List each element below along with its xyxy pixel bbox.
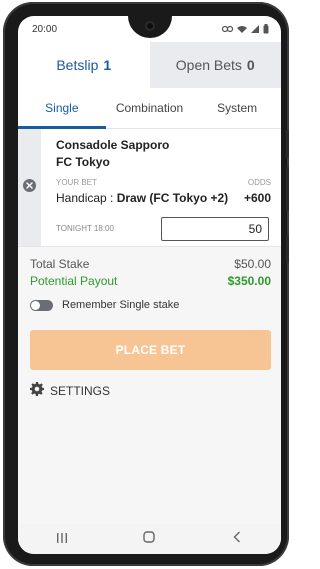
battery-icon xyxy=(263,24,269,34)
recent-apps-button[interactable] xyxy=(42,529,82,549)
tab-open-bets[interactable]: Open Bets 0 xyxy=(149,42,281,88)
gear-icon xyxy=(30,382,50,399)
screen: 20:00 Betslip 1 Open Bets 0 Single Combi… xyxy=(18,16,281,554)
bet-details: Consadole Sapporo FC Tokyo YOUR BET ODDS… xyxy=(41,129,281,246)
remember-stake-toggle[interactable] xyxy=(30,299,53,311)
bet-type-tabs: Single Combination System xyxy=(18,88,281,129)
wifi-icon xyxy=(237,25,247,33)
tab-betslip-label: Betslip xyxy=(56,57,99,73)
status-icons xyxy=(222,24,269,34)
tab-single[interactable]: Single xyxy=(18,88,106,129)
tab-system[interactable]: System xyxy=(193,88,281,128)
your-bet-label: YOUR BET xyxy=(56,178,97,187)
link-icon xyxy=(222,25,233,33)
home-button[interactable] xyxy=(129,529,169,549)
home-team: Consadole Sapporo xyxy=(56,138,170,152)
odds-label: ODDS xyxy=(247,178,271,187)
volume-down-button xyxy=(286,167,289,211)
odds-value: +600 xyxy=(243,191,271,205)
away-team: FC Tokyo xyxy=(56,155,110,169)
status-time: 20:00 xyxy=(32,23,58,35)
remember-stake-row: Remember Single stake xyxy=(30,299,179,311)
place-bet-button[interactable]: PLACE BET xyxy=(30,330,271,370)
market-name: Handicap : xyxy=(56,191,117,205)
settings-label: SETTINGS xyxy=(50,383,111,398)
tab-open-bets-count: 0 xyxy=(246,57,255,73)
potential-payout-label: Potential Payout xyxy=(30,274,118,288)
android-nav-bar xyxy=(18,524,281,554)
betslip-summary: Total Stake $50.00 Potential Payout $350… xyxy=(18,246,281,545)
remember-stake-label: Remember Single stake xyxy=(62,299,180,311)
remove-bet-button[interactable] xyxy=(18,129,41,246)
back-button[interactable] xyxy=(217,529,257,549)
selection-name: Draw (FC Tokyo +2) xyxy=(116,191,229,205)
total-stake-label: Total Stake xyxy=(30,257,90,271)
home-icon xyxy=(143,530,156,548)
phone-frame: 20:00 Betslip 1 Open Bets 0 Single Combi… xyxy=(3,2,289,566)
stake-input[interactable] xyxy=(161,217,269,241)
volume-up-button xyxy=(286,130,289,158)
bet-card: Consadole Sapporo FC Tokyo YOUR BET ODDS… xyxy=(18,129,281,246)
total-stake-value: $50.00 xyxy=(234,257,271,271)
tab-betslip-count: 1 xyxy=(103,57,112,73)
signal-icon xyxy=(251,25,259,33)
potential-payout-row: Potential Payout $350.00 xyxy=(30,274,271,288)
recent-apps-icon xyxy=(56,530,68,548)
betslip-tabs: Betslip 1 Open Bets 0 xyxy=(18,42,281,88)
event-time: TONIGHT 18:00 xyxy=(56,224,114,233)
power-button xyxy=(286,235,289,263)
close-circle-icon xyxy=(23,178,36,197)
tab-combination[interactable]: Combination xyxy=(106,88,194,128)
back-icon xyxy=(233,530,241,548)
total-stake-row: Total Stake $50.00 xyxy=(30,257,271,271)
tab-betslip[interactable]: Betslip 1 xyxy=(18,42,150,88)
tab-open-bets-label: Open Bets xyxy=(175,57,242,73)
settings-button[interactable]: SETTINGS xyxy=(30,382,110,399)
bet-selection: Handicap : Draw (FC Tokyo +2) xyxy=(56,191,228,205)
potential-payout-value: $350.00 xyxy=(227,274,271,288)
